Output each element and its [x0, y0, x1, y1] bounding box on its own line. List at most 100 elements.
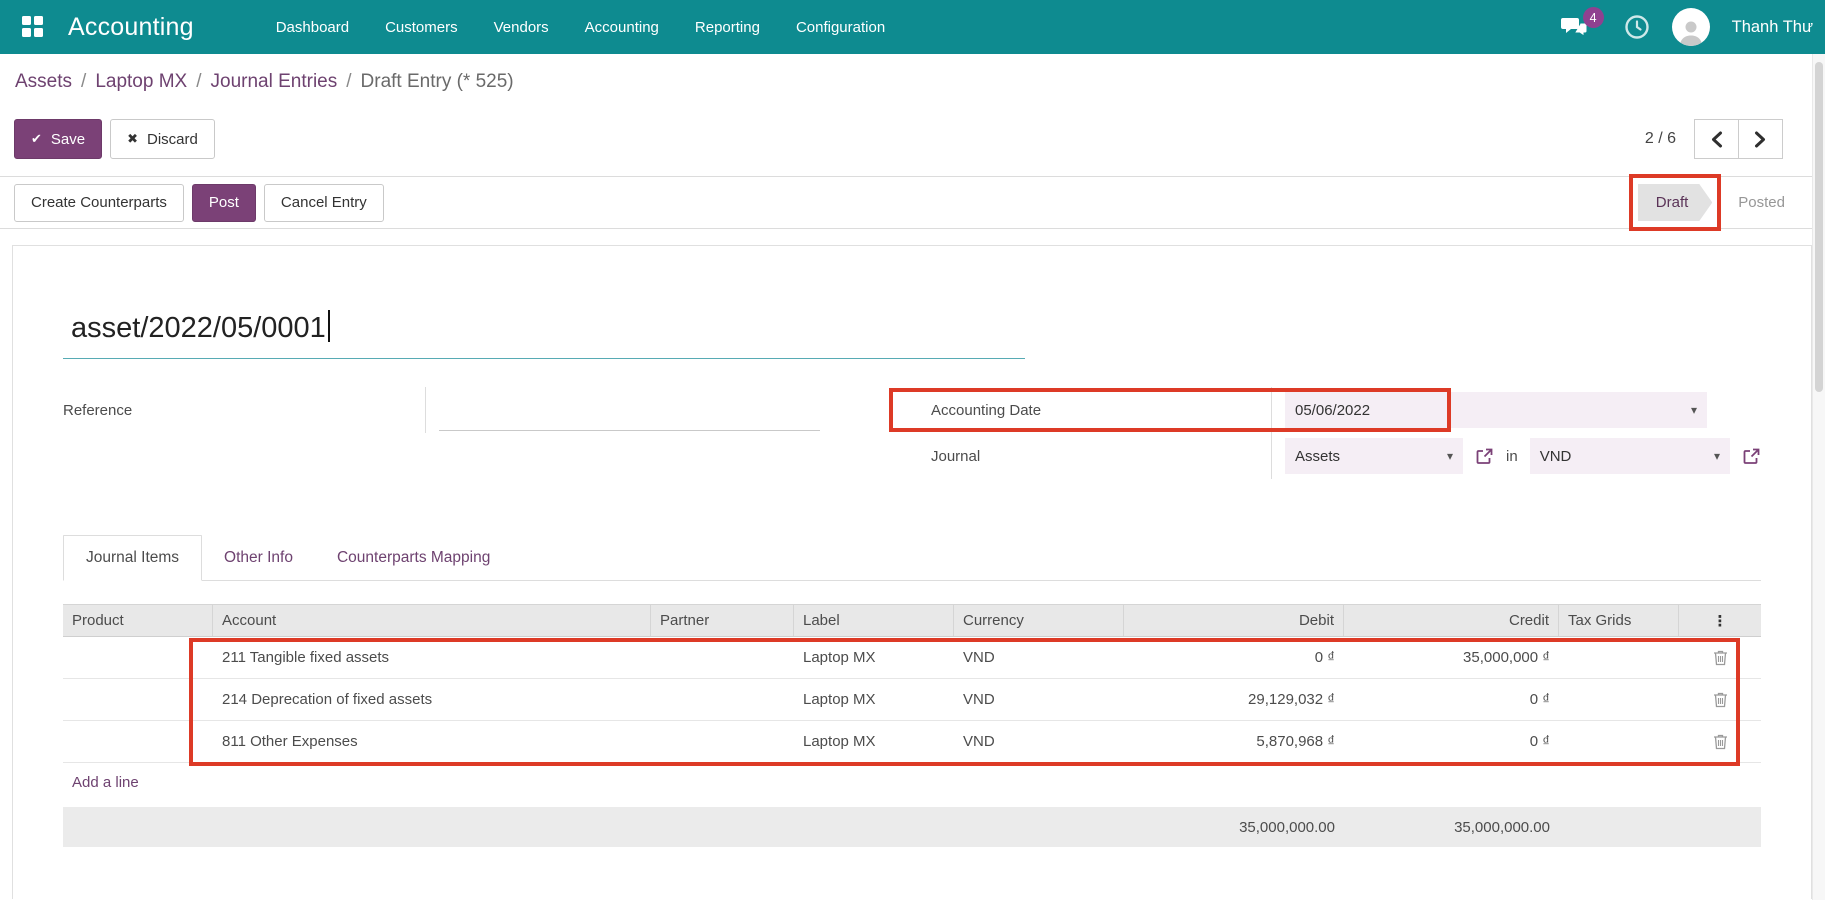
activity-clock-icon[interactable]	[1624, 14, 1650, 40]
main-menu: Dashboard Customers Vendors Accounting R…	[276, 19, 885, 36]
menu-item-accounting[interactable]: Accounting	[585, 19, 659, 36]
chevron-right-icon	[1754, 131, 1767, 148]
messages-count-badge: 4	[1583, 7, 1604, 28]
cell-currency[interactable]: VND	[954, 637, 1124, 678]
optional-columns-icon[interactable]: ⋮	[1713, 612, 1728, 630]
pager-next-button[interactable]	[1738, 119, 1783, 159]
cell-currency[interactable]: VND	[954, 721, 1124, 762]
cell-debit[interactable]: 0 ₫	[1124, 637, 1344, 678]
entry-name-input[interactable]: asset/2022/05/0001	[63, 310, 1025, 359]
cell-credit[interactable]: 0 ₫	[1344, 679, 1559, 720]
cell-partner[interactable]	[651, 679, 794, 720]
cell-credit[interactable]: 0 ₫	[1344, 721, 1559, 762]
status-posted[interactable]: Posted	[1738, 194, 1785, 211]
column-header-product: Product	[63, 605, 213, 636]
delete-row-button[interactable]	[1688, 733, 1752, 750]
save-button[interactable]: ✔ Save	[14, 119, 102, 159]
record-pager: 2 / 6	[1645, 119, 1811, 159]
form-fields: Reference Accounting Date 05/06/2022 ▾ J…	[63, 387, 1761, 479]
journal-external-link-icon[interactable]	[1475, 447, 1494, 466]
tab-counterparts-mapping[interactable]: Counterparts Mapping	[315, 536, 512, 580]
cell-label[interactable]: Laptop MX	[794, 721, 954, 762]
column-header-currency: Currency	[954, 605, 1124, 636]
chevron-left-icon	[1710, 131, 1723, 148]
breadcrumb: Assets / Laptop MX / Journal Entries / D…	[0, 54, 1825, 110]
post-button-label: Post	[209, 194, 239, 211]
journal-value: Assets	[1295, 448, 1340, 465]
cell-debit[interactable]: 29,129,032 ₫	[1124, 679, 1344, 720]
add-a-line-link[interactable]: Add a line	[63, 763, 148, 802]
accounting-date-input[interactable]: 05/06/2022 ▾	[1285, 392, 1707, 428]
status-draft[interactable]: Draft	[1638, 184, 1713, 221]
cell-account[interactable]: 811 Other Expenses	[213, 721, 651, 762]
breadcrumb-link-laptop-mx[interactable]: Laptop MX	[95, 71, 187, 93]
create-counterparts-button[interactable]: Create Counterparts	[14, 184, 184, 222]
journal-field-label: Journal	[931, 448, 1271, 465]
check-icon: ✔	[31, 131, 42, 147]
menu-item-reporting[interactable]: Reporting	[695, 19, 760, 36]
cell-currency[interactable]: VND	[954, 679, 1124, 720]
column-header-credit: Credit	[1344, 605, 1559, 636]
discard-button[interactable]: ✖ Discard	[110, 119, 215, 159]
post-button[interactable]: Post	[192, 184, 256, 222]
notebook-tabs: Journal Items Other Info Counterparts Ma…	[63, 535, 1761, 581]
cell-partner[interactable]	[651, 721, 794, 762]
user-name-menu[interactable]: Thanh Thư	[1732, 18, 1813, 37]
status-widget: Draft Posted	[1638, 184, 1785, 221]
currency-value: VND	[1540, 448, 1572, 465]
cell-tax-grids[interactable]	[1559, 679, 1679, 720]
pager-previous-button[interactable]	[1694, 119, 1739, 159]
journal-items-table: Product Account Partner Label Currency D…	[63, 604, 1761, 763]
cell-label[interactable]: Laptop MX	[794, 679, 954, 720]
caret-down-icon[interactable]: ▾	[1700, 449, 1720, 463]
scrollbar-thumb[interactable]	[1815, 62, 1823, 392]
messages-button[interactable]: 4	[1560, 15, 1588, 39]
delete-row-button[interactable]	[1688, 691, 1752, 708]
total-credit: 35,000,000.00	[1344, 807, 1559, 847]
breadcrumb-link-journal-entries[interactable]: Journal Entries	[211, 71, 338, 93]
cancel-entry-button[interactable]: Cancel Entry	[264, 184, 384, 222]
cell-account[interactable]: 211 Tangible fixed assets	[213, 637, 651, 678]
menu-item-dashboard[interactable]: Dashboard	[276, 19, 349, 36]
cell-debit[interactable]: 5,870,968 ₫	[1124, 721, 1344, 762]
column-header-account: Account	[213, 605, 651, 636]
reference-field-label: Reference	[63, 402, 425, 419]
cell-tax-grids[interactable]	[1559, 721, 1679, 762]
breadcrumb-separator: /	[81, 71, 86, 93]
menu-item-vendors[interactable]: Vendors	[494, 19, 549, 36]
cell-partner[interactable]	[651, 637, 794, 678]
currency-external-link-icon[interactable]	[1742, 447, 1761, 466]
column-header-partner: Partner	[651, 605, 794, 636]
tab-other-info[interactable]: Other Info	[202, 536, 315, 580]
tab-journal-items[interactable]: Journal Items	[63, 535, 202, 581]
top-navbar: Accounting Dashboard Customers Vendors A…	[0, 0, 1825, 54]
cell-tax-grids[interactable]	[1559, 637, 1679, 678]
cell-product[interactable]	[63, 637, 213, 678]
action-bar: ✔ Save ✖ Discard 2 / 6	[0, 110, 1825, 176]
save-button-label: Save	[51, 131, 85, 148]
cancel-entry-label: Cancel Entry	[281, 194, 367, 211]
caret-down-icon[interactable]: ▾	[1677, 403, 1697, 417]
menu-item-customers[interactable]: Customers	[385, 19, 458, 36]
delete-row-button[interactable]	[1688, 649, 1752, 666]
entry-name-value: asset/2022/05/0001	[71, 312, 326, 344]
journal-select[interactable]: Assets ▾	[1285, 438, 1463, 474]
form-sheet: asset/2022/05/0001 Reference Accounting …	[12, 245, 1812, 899]
menu-item-configuration[interactable]: Configuration	[796, 19, 885, 36]
currency-select[interactable]: VND ▾	[1530, 438, 1730, 474]
cell-label[interactable]: Laptop MX	[794, 637, 954, 678]
caret-down-icon[interactable]: ▾	[1433, 449, 1453, 463]
form-statusbar: Create Counterparts Post Cancel Entry Dr…	[0, 176, 1825, 229]
navbar-right-cluster: 4 Thanh Thư	[1560, 8, 1815, 46]
reference-input[interactable]	[439, 401, 820, 431]
cell-product[interactable]	[63, 721, 213, 762]
breadcrumb-separator: /	[196, 71, 201, 93]
close-icon: ✖	[127, 131, 138, 147]
apps-menu-icon[interactable]	[22, 16, 44, 38]
breadcrumb-link-assets[interactable]: Assets	[15, 71, 72, 93]
cell-product[interactable]	[63, 679, 213, 720]
cell-credit[interactable]: 35,000,000 ₫	[1344, 637, 1559, 678]
user-avatar[interactable]	[1672, 8, 1710, 46]
cell-account[interactable]: 214 Deprecation of fixed assets	[213, 679, 651, 720]
vertical-scrollbar[interactable]	[1812, 54, 1825, 900]
